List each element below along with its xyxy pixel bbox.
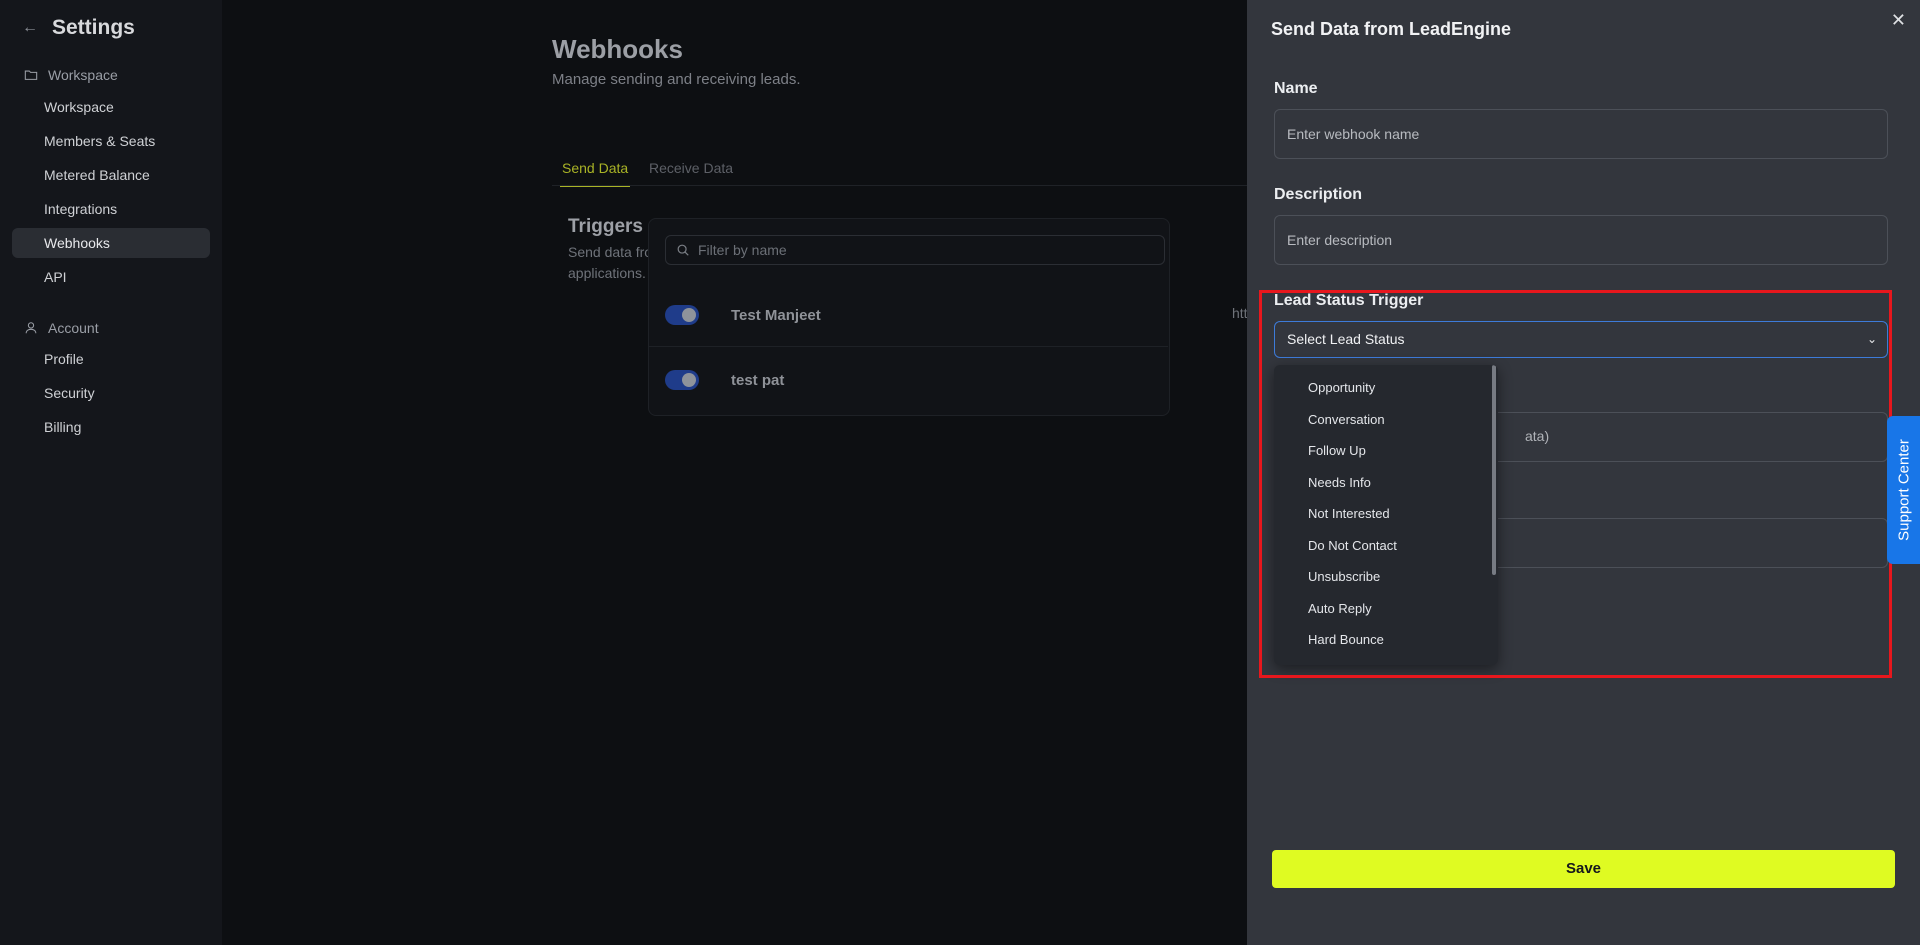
webhook-url: htt <box>1232 305 1248 321</box>
webhook-name: Test Manjeet <box>731 306 821 324</box>
sidebar-item-webhooks[interactable]: Webhooks <box>12 228 210 258</box>
section-label-workspace: Workspace <box>48 67 118 83</box>
account-section-header: Account <box>24 320 99 336</box>
webhook-row[interactable]: Test Manjeet <box>665 305 821 325</box>
settings-sidebar: ← Settings Workspace Workspace Members &… <box>0 0 223 945</box>
page-title: Webhooks <box>552 34 683 64</box>
tab-send-data[interactable]: Send Data <box>560 160 631 187</box>
workspace-section-header: Workspace <box>24 67 118 83</box>
sidebar-item-workspace[interactable]: Workspace <box>12 92 210 122</box>
row-divider <box>648 346 1168 347</box>
back-arrow-icon[interactable]: ← <box>22 19 38 37</box>
support-center-label: Support Center <box>1895 439 1912 541</box>
filter-placeholder: Filter by name <box>698 242 787 258</box>
sidebar-item-billing[interactable]: Billing <box>12 412 210 442</box>
folder-icon <box>24 70 38 80</box>
sidebar-item-members-seats[interactable]: Members & Seats <box>12 126 210 156</box>
save-button[interactable]: Save <box>1272 850 1895 888</box>
drawer-title: Send Data from LeadEngine <box>1271 19 1512 39</box>
webhook-toggle[interactable] <box>665 305 699 325</box>
section-label-account: Account <box>48 320 99 336</box>
highlight-box <box>1259 290 1892 678</box>
webhook-toggle[interactable] <box>665 370 699 390</box>
name-input[interactable]: Enter webhook name <box>1274 109 1888 159</box>
page-subtitle: Manage sending and receiving leads. <box>552 71 801 88</box>
support-center-tab[interactable]: Support Center <box>1887 416 1920 564</box>
sidebar-item-api[interactable]: API <box>12 262 210 292</box>
triggers-title: Triggers <box>568 216 643 237</box>
sidebar-item-metered-balance[interactable]: Metered Balance <box>12 160 210 190</box>
search-icon <box>677 244 689 256</box>
sidebar-item-profile[interactable]: Profile <box>12 344 210 374</box>
description-label: Description <box>1274 186 1363 203</box>
description-input[interactable]: Enter description <box>1274 215 1888 265</box>
webhook-name: test pat <box>731 371 785 389</box>
settings-header: ← Settings <box>22 16 135 40</box>
tab-receive-data[interactable]: Receive Data <box>649 160 733 185</box>
sidebar-item-security[interactable]: Security <box>12 378 210 408</box>
filter-input[interactable]: Filter by name <box>665 235 1165 265</box>
webhook-row[interactable]: test pat <box>665 370 784 390</box>
sidebar-item-integrations[interactable]: Integrations <box>12 194 210 224</box>
settings-title: Settings <box>52 16 135 39</box>
name-label: Name <box>1274 80 1318 97</box>
user-icon <box>25 322 37 334</box>
close-icon[interactable]: ✕ <box>1891 10 1906 31</box>
